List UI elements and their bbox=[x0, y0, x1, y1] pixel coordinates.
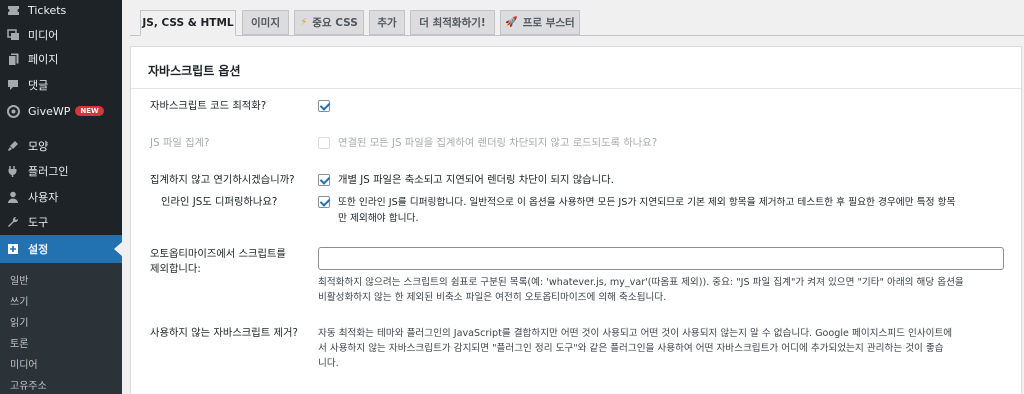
sidebar-item-label: 도구 bbox=[28, 216, 49, 229]
sidebar-item-label: Tickets bbox=[28, 3, 67, 17]
js-defer-inline-label: 인라인 JS도 디퍼링하나요? bbox=[161, 196, 278, 208]
users-icon bbox=[0, 191, 26, 203]
js-exclude-input[interactable] bbox=[318, 247, 1004, 270]
sidebar-item-givewp[interactable]: GiveWP NEW bbox=[0, 97, 122, 125]
sidebar-item-label: 설정 bbox=[28, 243, 49, 256]
lightning-icon: ⚡ bbox=[300, 17, 308, 28]
js-exclude-desc-line1: 최적화하지 않으려는 스크립트의 쉼표로 구분된 목록(예: 'whatever… bbox=[318, 277, 964, 288]
js-exclude-desc-line2: 비활성화하지 않는 한 제외된 비축소 파일은 여전히 오토옵티마이즈에 의해 … bbox=[318, 292, 667, 303]
js-aggregate-label: JS 파일 집계? bbox=[150, 137, 210, 149]
js-unused-desc-line3: 니다. bbox=[318, 358, 339, 369]
givewp-icon bbox=[0, 104, 26, 118]
js-defer-inline-text-line1: 또한 인라인 JS를 디퍼링합니다. 일반적으로 이 옵션을 사용하면 모든 J… bbox=[338, 197, 956, 208]
js-defer-inline-text-line2: 만 제외해야 합니다. bbox=[338, 213, 419, 224]
sidebar-item-label: 페이지 bbox=[28, 53, 59, 66]
sidebar-item-label: 플러그인 bbox=[28, 165, 69, 178]
sidebar-item-settings[interactable]: 설정 bbox=[0, 235, 122, 263]
submenu-item-general[interactable]: 일반 bbox=[10, 272, 28, 287]
tab-divider bbox=[130, 35, 1024, 36]
tab-images[interactable]: 이미지 bbox=[242, 10, 289, 35]
tab-extra[interactable]: 추가 bbox=[369, 10, 405, 35]
sidebar-item-pages[interactable]: 페이지 bbox=[0, 45, 122, 73]
js-defer-inline-checkbox[interactable] bbox=[318, 196, 330, 208]
tab-pro-booster[interactable]: 🚀 프로 부스터 bbox=[500, 10, 580, 35]
page-icon bbox=[0, 53, 26, 66]
new-badge: NEW bbox=[75, 106, 104, 116]
settings-panel: 자바스크립트 옵션 자바스크립트 코드 최적화? JS 파일 집계? 연결된 모… bbox=[130, 46, 1022, 394]
sidebar-item-tools[interactable]: 도구 bbox=[0, 208, 122, 236]
js-defer-text: 개별 JS 파일은 축소되고 지연되어 렌더링 차단이 되지 않습니다. bbox=[338, 174, 614, 186]
sidebar-item-appearance[interactable]: 모양 bbox=[0, 132, 122, 160]
tab-label: 추가 bbox=[377, 17, 397, 29]
sidebar-item-comments[interactable]: 댓글 bbox=[0, 71, 122, 99]
sidebar-item-label: 모양 bbox=[28, 140, 49, 153]
sidebar-item-plugins[interactable]: 플러그인 bbox=[0, 157, 122, 185]
js-exclude-label-line1: 오토옵티마이즈에서 스크립트를 bbox=[150, 248, 286, 260]
submenu-item-discussion[interactable]: 토론 bbox=[10, 335, 28, 350]
submenu-item-media[interactable]: 미디어 bbox=[10, 356, 38, 371]
sidebar-item-label: 사용자 bbox=[28, 191, 59, 204]
tab-js-css-html[interactable]: JS, CSS & HTML bbox=[140, 10, 236, 36]
sidebar-item-label: GiveWP bbox=[28, 104, 71, 118]
panel-header: 자바스크립트 옵션 bbox=[131, 47, 1021, 89]
js-aggregate-text: 연결된 모든 JS 파일을 집계하여 렌더링 차단되지 않고 로드되도록 하나요… bbox=[338, 137, 658, 149]
media-icon bbox=[0, 29, 26, 41]
tab-label: JS, CSS & HTML bbox=[142, 17, 234, 29]
js-optimize-label: 자바스크립트 코드 최적화? bbox=[150, 100, 267, 112]
tab-label: 이미지 bbox=[251, 17, 280, 29]
js-unused-label: 사용하지 않는 자바스크립트 제거? bbox=[150, 327, 298, 339]
admin-sidebar: Tickets 미디어 페이지 댓글 GiveWP NEW 모양 플러그인 사용… bbox=[0, 0, 122, 394]
tab-optimize-more[interactable]: 더 최적화하기! bbox=[410, 10, 495, 35]
settings-icon bbox=[0, 243, 26, 255]
appearance-icon bbox=[0, 140, 26, 152]
plugins-icon bbox=[0, 165, 26, 177]
sidebar-item-label: 댓글 bbox=[28, 79, 49, 92]
js-optimize-checkbox[interactable] bbox=[318, 100, 330, 112]
tools-icon bbox=[0, 216, 26, 228]
js-defer-checkbox[interactable] bbox=[318, 174, 330, 186]
tickets-icon bbox=[0, 5, 26, 16]
tab-label: 더 최적화하기! bbox=[419, 17, 486, 29]
js-unused-desc-line2: 서 사용하지 않는 자바스크립트가 감지되면 "플러그인 정리 도구"와 같은 … bbox=[318, 343, 944, 354]
panel-title: 자바스크립트 옵션 bbox=[148, 64, 241, 78]
sidebar-item-label: 미디어 bbox=[28, 29, 59, 42]
settings-submenu: 일반 쓰기 읽기 토론 미디어 고유주소 bbox=[0, 263, 122, 394]
sidebar-item-users[interactable]: 사용자 bbox=[0, 183, 122, 211]
js-defer-label: 집계하지 않고 연기하시겠습니까? bbox=[150, 174, 295, 186]
tab-critical-css[interactable]: ⚡ 중요 CSS bbox=[294, 10, 364, 35]
js-aggregate-checkbox[interactable] bbox=[318, 137, 330, 149]
submenu-item-reading[interactable]: 읽기 bbox=[10, 314, 28, 329]
tab-label: 중요 CSS bbox=[312, 17, 358, 29]
submenu-item-writing[interactable]: 쓰기 bbox=[10, 293, 28, 308]
tab-label: 프로 부스터 bbox=[522, 17, 575, 29]
js-unused-desc-line1: 자동 최적화는 테마와 플러그인의 JavaScript를 결합하지만 어떤 것… bbox=[318, 328, 953, 339]
js-exclude-label-line2: 제외합니다: bbox=[150, 263, 201, 275]
rocket-icon: 🚀 bbox=[505, 17, 518, 28]
comments-icon bbox=[0, 79, 26, 91]
submenu-item-permalinks[interactable]: 고유주소 bbox=[10, 377, 47, 392]
